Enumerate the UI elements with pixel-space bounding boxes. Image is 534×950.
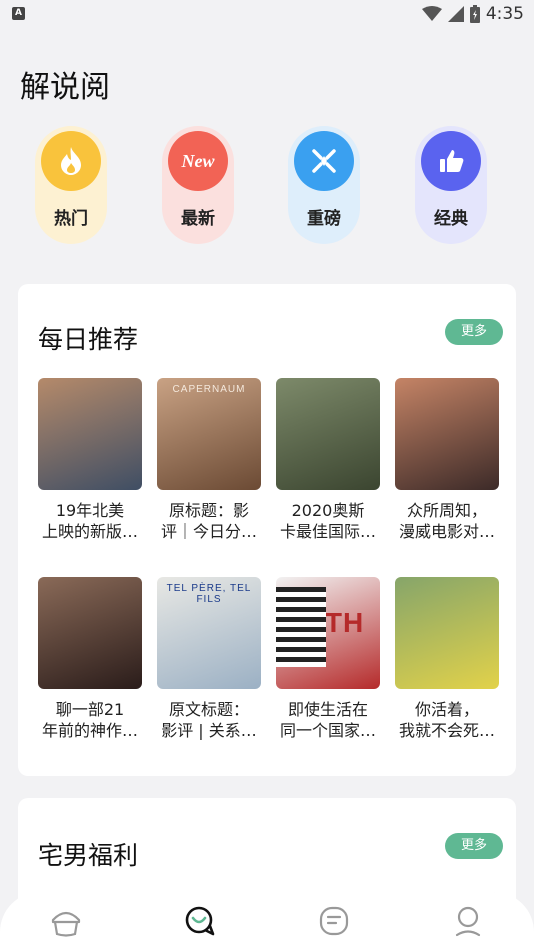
category-blockbuster[interactable]: 重磅 xyxy=(288,126,360,244)
section-title: 宅男福利 xyxy=(38,841,139,870)
clock: 4:35 xyxy=(485,4,524,24)
more-button[interactable]: 更多 xyxy=(445,319,503,345)
chat-icon xyxy=(185,906,215,936)
poster-thumbnail xyxy=(38,378,142,490)
recommend-item[interactable]: 众所周知， 漫威电影对… xyxy=(395,378,499,542)
poster-thumbnail xyxy=(395,577,499,689)
recommend-item[interactable]: TEL PÈRE, TEL FILS 原文标题： 影评 | 关系… xyxy=(157,577,261,741)
recommend-item[interactable]: 13TH 即使生活在 同一个国家… xyxy=(276,577,380,741)
poster-thumbnail: TEL PÈRE, TEL FILS xyxy=(157,577,261,689)
status-icons: 4:35 xyxy=(421,4,524,24)
poster-thumbnail xyxy=(38,577,142,689)
recommend-item[interactable]: CAPERNAUM 原标题：影 评｜今日分… xyxy=(157,378,261,542)
signal-icon xyxy=(447,6,464,22)
more-button[interactable]: 更多 xyxy=(445,833,503,859)
category-label: 热门 xyxy=(54,209,88,229)
page-title: 解说阅 xyxy=(20,70,110,105)
bottom-tab-bar xyxy=(0,892,534,950)
tab-home[interactable] xyxy=(46,902,86,940)
battery-icon xyxy=(469,5,480,23)
category-label: 经典 xyxy=(434,209,468,229)
item-caption: 众所周知， 漫威电影对… xyxy=(398,501,495,541)
category-label: 最新 xyxy=(181,209,215,229)
new-icon: New xyxy=(168,131,228,191)
profile-icon xyxy=(455,906,481,937)
tab-notes[interactable] xyxy=(314,902,354,940)
note-icon xyxy=(319,906,349,936)
poster-thumbnail: CAPERNAUM xyxy=(157,378,261,490)
recommend-item[interactable]: 19年北美 上映的新版… xyxy=(38,378,142,542)
thumbs-up-icon xyxy=(421,131,481,191)
item-caption: 你活着， 我就不会死… xyxy=(398,700,495,740)
category-classic[interactable]: 经典 xyxy=(415,126,487,244)
recommend-item[interactable]: 聊一部21 年前的神作… xyxy=(38,577,142,741)
home-icon xyxy=(51,911,81,937)
recommend-item[interactable]: 你活着， 我就不会死… xyxy=(395,577,499,741)
tab-profile[interactable] xyxy=(448,902,488,940)
new-badge-text: New xyxy=(181,150,215,171)
section-title: 每日推荐 xyxy=(38,325,139,354)
item-caption: 聊一部21 年前的神作… xyxy=(41,700,138,740)
item-caption: 即使生活在 同一个国家… xyxy=(279,700,376,740)
item-caption: 19年北美 上映的新版… xyxy=(41,501,138,541)
notification-icon: A xyxy=(12,7,25,20)
category-new[interactable]: New 最新 xyxy=(162,126,234,244)
item-caption: 原文标题： 影评 | 关系… xyxy=(161,700,257,740)
poster-thumbnail: 13TH xyxy=(276,577,380,689)
poster-title: CAPERNAUM xyxy=(172,384,246,395)
recommend-item[interactable]: 2020奥斯 卡最佳国际… xyxy=(276,378,380,542)
poster-thumbnail xyxy=(276,378,380,490)
item-caption: 2020奥斯 卡最佳国际… xyxy=(279,501,376,541)
burst-icon xyxy=(294,131,354,191)
poster-title: TEL PÈRE, TEL FILS xyxy=(166,583,252,605)
item-caption: 原标题：影 评｜今日分… xyxy=(160,501,257,541)
tab-commentary[interactable] xyxy=(180,902,220,940)
status-bar: A 4:35 xyxy=(0,0,534,28)
flame-icon xyxy=(41,131,101,191)
category-label: 重磅 xyxy=(307,209,341,229)
wifi-icon xyxy=(421,6,442,21)
category-hot[interactable]: 热门 xyxy=(35,126,107,244)
poster-thumbnail xyxy=(395,378,499,490)
daily-recommend-card: 每日推荐 更多 19年北美 上映的新版… CAPERNAUM 原标题：影 评｜今日分… xyxy=(18,284,516,776)
film-strip-decoration xyxy=(276,587,326,667)
